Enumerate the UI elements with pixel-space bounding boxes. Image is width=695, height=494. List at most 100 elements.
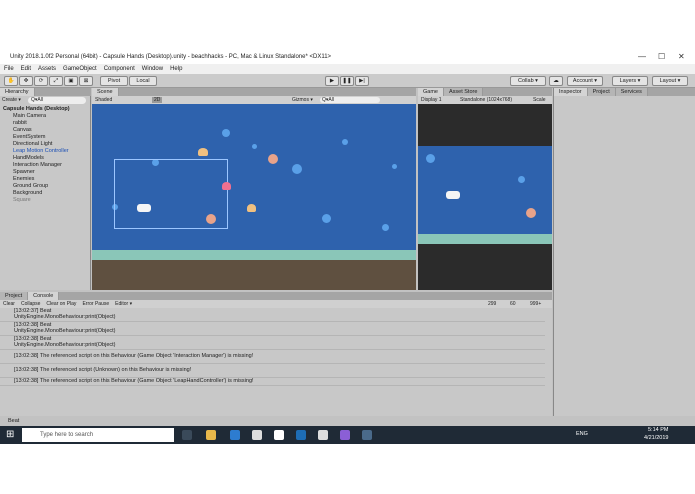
hierarchy-item[interactable]: Ground Group [13,183,48,189]
toolbar: ✋ ✥ ⟳ ⤢ ▣ ⊠ Pivot Local ▶ ❚❚ ▶| Collab ▾… [0,74,695,88]
scene-search-input[interactable]: Q▾All [320,97,380,103]
2d-toggle[interactable]: 2D [152,97,163,103]
menu-component[interactable]: Component [104,66,135,72]
error-pause-button[interactable]: Error Pause [82,301,109,307]
console-row-warning[interactable]: [13:02:38] The referenced script on this… [0,378,545,386]
display-dropdown[interactable]: Display 1 [421,97,442,103]
octopus-enemy [526,208,536,218]
collapse-button[interactable]: Collapse [21,301,40,307]
account-button[interactable]: Account ▾ [567,76,603,86]
tab-console[interactable]: Console [28,292,60,300]
scene-toolbar: Shaded 2D Gizmos ▾ Q▾All [92,96,416,104]
maximize-icon[interactable]: ☐ [658,52,665,61]
collab-button[interactable]: Collab ▾ [510,76,546,86]
jellyfish-enemy[interactable] [222,182,231,190]
hierarchy-item[interactable]: rabbit [13,120,27,126]
tab-project[interactable]: Project [587,88,616,96]
tab-scene[interactable]: Scene [92,88,119,96]
visual-studio-icon[interactable] [340,430,350,440]
local-button[interactable]: Local [129,76,157,86]
tab-inspector[interactable]: Inspector [554,88,588,96]
scale-slider-label[interactable]: Scale [533,97,546,103]
hierarchy-item[interactable]: Canvas [13,127,32,133]
edge-icon[interactable] [230,430,240,440]
play-icon[interactable]: ▶ [325,76,339,86]
cloud-icon[interactable]: ☁ [549,76,563,86]
console-row[interactable]: [13:02:37] Beat UnityEngine.MonoBehaviou… [0,308,545,322]
bubble [392,164,397,169]
menu-help[interactable]: Help [170,66,182,72]
hierarchy-item[interactable]: Main Camera [13,113,46,119]
file-explorer-icon[interactable] [206,430,216,440]
console-row[interactable]: [13:02:38] Beat UnityEngine.MonoBehaviou… [0,336,545,350]
resolution-dropdown[interactable]: Standalone (1024x768) [460,97,512,103]
create-dropdown[interactable]: Create ▾ [2,97,21,103]
tab-asset-store[interactable]: Asset Store [443,88,484,96]
steam-icon[interactable] [362,430,372,440]
clear-on-play-button[interactable]: Clear on Play [46,301,76,307]
layout-button[interactable]: Layout ▾ [652,76,688,86]
rotate-tool-icon[interactable]: ⟳ [34,76,48,86]
console-row[interactable]: [13:02:38] Beat UnityEngine.MonoBehaviou… [0,322,545,336]
jellyfish-enemy[interactable] [247,204,256,212]
hierarchy-item[interactable]: Interaction Manager [13,162,62,168]
inspector-header: Inspector Project Services [554,88,695,96]
task-view-icon[interactable] [182,430,192,440]
gizmos-dropdown[interactable]: Gizmos ▾ [292,97,313,103]
console-header: Project Console [0,292,552,300]
rect-tool-icon[interactable]: ▣ [64,76,78,86]
hierarchy-item[interactable]: Spawner [13,169,35,175]
menu-file[interactable]: File [4,66,14,72]
scene-root-item[interactable]: Capsule Hands (Desktop) [3,106,70,112]
warning-count[interactable]: 60 [510,301,516,307]
clear-button[interactable]: Clear [3,301,15,307]
close-icon[interactable]: ✕ [678,52,685,61]
mail-icon[interactable] [274,430,284,440]
menu-gameobject[interactable]: GameObject [63,66,97,72]
tab-services[interactable]: Services [615,88,648,96]
layers-button[interactable]: Layers ▾ [612,76,648,86]
photoshop-icon[interactable] [296,430,306,440]
minimize-icon[interactable]: — [638,52,646,61]
hierarchy-item[interactable]: Enemies [13,176,34,182]
taskbar-search-input[interactable]: Type here to search [22,428,174,442]
windows-start-icon[interactable]: ⊞ [6,429,14,440]
menu-assets[interactable]: Assets [38,66,56,72]
hierarchy-item[interactable]: HandModels [13,155,44,161]
hierarchy-item[interactable]: EventSystem [13,134,45,140]
hierarchy-item[interactable]: Directional Light [13,141,52,147]
clock-time[interactable]: 5:14 PM [648,427,668,433]
error-count[interactable]: 999+ [530,301,541,307]
scene-panel: Scene Shaded 2D Gizmos ▾ Q▾All [92,88,416,290]
unity-icon[interactable] [318,430,328,440]
rabbit-player[interactable] [137,204,151,212]
editor-dropdown[interactable]: Editor ▾ [115,301,132,307]
console-row-warning[interactable]: [13:02:38] The referenced script (Unknow… [0,364,545,378]
hierarchy-search-input[interactable]: Q▾All [28,97,86,104]
pivot-button[interactable]: Pivot [100,76,128,86]
menu-window[interactable]: Window [142,66,163,72]
step-icon[interactable]: ▶| [355,76,369,86]
transform-tool-icon[interactable]: ⊠ [79,76,93,86]
hand-tool-icon[interactable]: ✋ [4,76,18,86]
info-count[interactable]: 299 [488,301,496,307]
move-tool-icon[interactable]: ✥ [19,76,33,86]
hierarchy-item[interactable]: Square [13,197,31,203]
hierarchy-item[interactable]: Background [13,190,42,196]
tab-hierarchy[interactable]: Hierarchy [0,88,35,96]
hierarchy-item-selected[interactable]: Leap Motion Controller [13,148,69,154]
console-row-warning[interactable]: [13:02:38] The referenced script on this… [0,350,545,364]
shading-dropdown[interactable]: Shaded [95,97,112,103]
octopus-enemy[interactable] [268,154,278,164]
pause-icon[interactable]: ❚❚ [340,76,354,86]
tab-project[interactable]: Project [0,292,29,300]
log-stack: UnityEngine.MonoBehaviour:print(Object) [14,342,116,348]
jellyfish-enemy[interactable] [198,148,208,156]
clock-date[interactable]: 4/21/2019 [644,435,668,441]
store-icon[interactable] [252,430,262,440]
tab-game[interactable]: Game [418,88,444,96]
scale-tool-icon[interactable]: ⤢ [49,76,63,86]
octopus-enemy[interactable] [206,214,216,224]
language-indicator[interactable]: ENG [576,431,588,437]
menu-edit[interactable]: Edit [21,66,31,72]
